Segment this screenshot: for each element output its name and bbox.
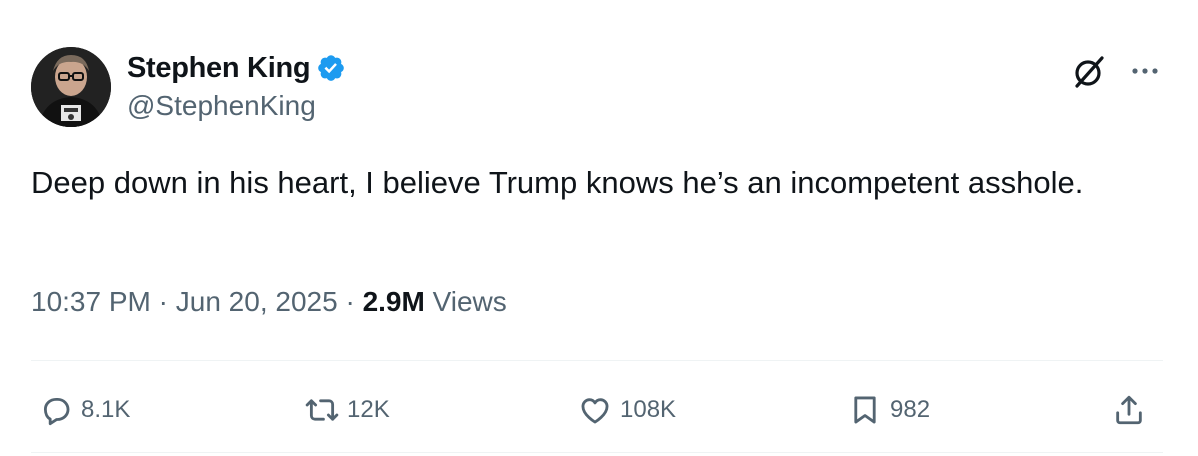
author-handle[interactable]: @StephenKing: [127, 90, 316, 122]
retweet-count: 12K: [347, 396, 390, 423]
heart-icon: [581, 398, 609, 424]
divider: [31, 452, 1163, 453]
avatar-image: [31, 47, 111, 127]
display-name[interactable]: Stephen King: [127, 52, 311, 85]
reply-count: 8.1K: [81, 396, 131, 423]
share-button[interactable]: [1112, 388, 1146, 432]
reply-icon: [43, 397, 70, 426]
bookmark-button[interactable]: 982: [848, 388, 930, 432]
tweet-text: Deep down in his heart, I believe Trump …: [31, 165, 1084, 200]
retweet-icon: [305, 399, 339, 421]
views-count[interactable]: 2.9M: [363, 286, 433, 317]
tweet-time[interactable]: 10:37 PM: [31, 286, 151, 317]
tweet-card: Stephen King @StephenKing Deep down in h…: [0, 0, 1198, 456]
share-icon: [1116, 395, 1142, 425]
avatar[interactable]: [31, 47, 111, 127]
views-label[interactable]: Views: [433, 286, 507, 317]
like-button[interactable]: 108K: [578, 388, 676, 432]
more-options-icon[interactable]: [1127, 56, 1163, 86]
bookmark-icon: [854, 396, 876, 424]
divider: [31, 360, 1163, 361]
retweet-button[interactable]: 12K: [305, 388, 390, 432]
tweet-metadata: 10:37 PM · Jun 20, 2025 · 2.9M Views: [31, 286, 507, 318]
meta-separator: ·: [158, 286, 176, 317]
meta-separator: ·: [345, 286, 363, 317]
author-name-row[interactable]: Stephen King: [127, 49, 346, 87]
like-count: 108K: [620, 396, 677, 423]
bookmark-count: 982: [890, 396, 931, 423]
tweet-date[interactable]: Jun 20, 2025: [176, 286, 338, 317]
grok-icon[interactable]: [1069, 52, 1109, 92]
reply-button[interactable]: 8.1K: [39, 388, 130, 432]
verified-badge-icon[interactable]: [316, 53, 346, 83]
